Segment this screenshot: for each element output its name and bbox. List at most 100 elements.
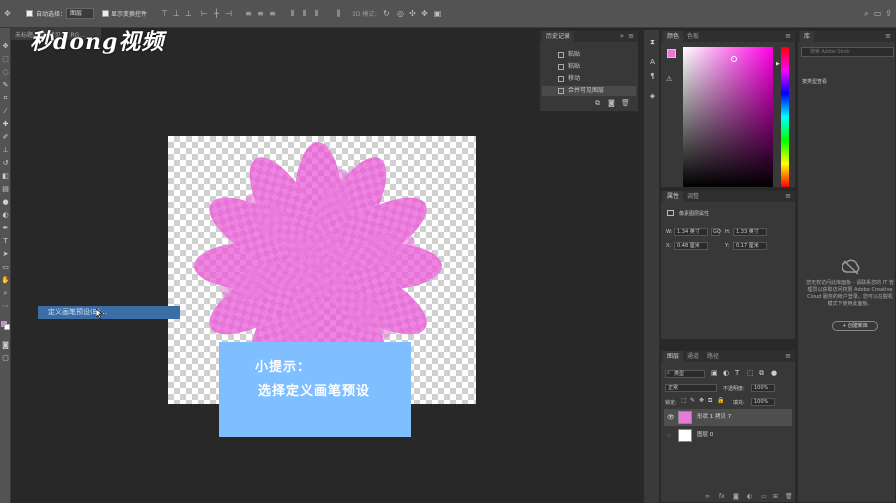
hue-slider[interactable] bbox=[781, 47, 789, 187]
marquee-tool-icon[interactable]: ⬚ bbox=[1, 55, 10, 64]
shape-tool-icon[interactable]: ▭ bbox=[1, 263, 10, 272]
y-field[interactable]: 0.17 厘米 bbox=[733, 242, 767, 250]
tab-paths[interactable]: 路径 bbox=[703, 351, 723, 362]
new-document-from-state-icon[interactable]: ⧉ bbox=[595, 99, 600, 108]
distribute-right-icon[interactable]: ⦀ bbox=[312, 9, 321, 18]
create-library-button[interactable]: + 创建新库 bbox=[832, 321, 878, 331]
3d-panel-icon[interactable]: ◈ bbox=[648, 92, 657, 101]
panel-menu-icon[interactable]: ≡ bbox=[785, 352, 791, 360]
paragraph-panel-icon[interactable]: ¶ bbox=[648, 72, 657, 81]
lock-pixels-icon[interactable]: ✎ bbox=[690, 397, 695, 404]
search-icon[interactable]: ⌕ bbox=[862, 9, 871, 18]
panel-menu-icon[interactable]: ≡ bbox=[785, 192, 791, 200]
screen-mode-icon[interactable]: ▢ bbox=[1, 354, 10, 363]
distribute-vcenter-icon[interactable]: ≡ bbox=[256, 9, 265, 18]
distribute-hcenter-icon[interactable]: ⦀ bbox=[300, 9, 309, 18]
filter-pixel-icon[interactable]: ▣ bbox=[711, 369, 718, 377]
more-tools-icon[interactable]: ⋯ bbox=[1, 302, 10, 311]
share-icon[interactable]: ⇪ bbox=[884, 9, 893, 18]
history-item-active[interactable]: 合并可见图层 bbox=[542, 86, 636, 96]
gradient-tool-icon[interactable]: ▤ bbox=[1, 185, 10, 194]
link-dimensions-button[interactable]: GO bbox=[711, 228, 721, 236]
3d-rotate-icon[interactable]: ↻ bbox=[382, 9, 391, 18]
link-layers-icon[interactable]: ∞ bbox=[705, 493, 710, 500]
blend-mode-dropdown[interactable]: 正常 bbox=[665, 384, 717, 392]
history-item[interactable]: 移动 bbox=[542, 74, 636, 84]
filter-toggle-icon[interactable]: ● bbox=[771, 369, 777, 377]
collapse-icon[interactable]: » bbox=[620, 32, 624, 40]
align-right-icon[interactable]: ⊣ bbox=[224, 9, 233, 18]
layer-filter-dropdown[interactable]: 类型 bbox=[665, 370, 705, 378]
adjustment-layer-icon[interactable]: ◐ bbox=[747, 493, 752, 500]
show-transform-checkbox[interactable] bbox=[102, 10, 109, 17]
path-select-tool-icon[interactable]: ➤ bbox=[1, 250, 10, 259]
lock-transparency-icon[interactable]: ⬚ bbox=[681, 397, 687, 404]
crop-tool-icon[interactable]: ⌗ bbox=[1, 94, 10, 103]
align-vcenter-icon[interactable]: ⊥ bbox=[172, 9, 181, 18]
3d-pan-icon[interactable]: ✣ bbox=[408, 9, 417, 18]
tab-history[interactable]: 历史记录 bbox=[542, 31, 575, 42]
lock-position-icon[interactable]: ✥ bbox=[699, 397, 704, 404]
panel-menu-icon[interactable]: ≡ bbox=[628, 32, 634, 40]
eyedropper-tool-icon[interactable]: ⁄ bbox=[1, 107, 10, 116]
history-item[interactable]: 粘贴 bbox=[542, 62, 636, 72]
delete-layer-icon[interactable]: 🗑 bbox=[785, 493, 793, 500]
foreground-color-swatch[interactable] bbox=[667, 49, 676, 58]
quick-select-tool-icon[interactable]: ✎ bbox=[1, 81, 10, 90]
lock-all-icon[interactable]: 🔒 bbox=[717, 397, 724, 404]
x-field[interactable]: 0.48 厘米 bbox=[674, 242, 708, 250]
height-field[interactable]: 1.33 英寸 bbox=[733, 228, 767, 236]
tab-properties[interactable]: 属性 bbox=[663, 191, 684, 202]
zoom-tool-icon[interactable]: ⌕ bbox=[1, 289, 10, 298]
distribute-top-icon[interactable]: ≡ bbox=[244, 9, 253, 18]
healing-tool-icon[interactable]: ✚ bbox=[1, 120, 10, 129]
auto-align-icon[interactable]: ⫼ bbox=[334, 9, 343, 18]
filter-adjustment-icon[interactable]: ◐ bbox=[723, 369, 729, 377]
workspace-icon[interactable]: ▭ bbox=[873, 9, 882, 18]
visibility-eye-icon[interactable]: 👁 bbox=[667, 409, 675, 426]
opacity-field[interactable]: 100% bbox=[751, 384, 775, 392]
quick-mask-icon[interactable]: ◙ bbox=[1, 341, 10, 350]
character-panel-icon[interactable]: A bbox=[648, 58, 657, 67]
view-by-dropdown[interactable]: 按类型查看 bbox=[802, 78, 827, 85]
hue-slider-handle[interactable]: ▶ bbox=[776, 61, 780, 67]
lock-artboard-icon[interactable]: ⧉ bbox=[708, 397, 712, 405]
history-panel-icon[interactable]: ⧗ bbox=[648, 38, 657, 47]
align-bottom-icon[interactable]: ⊥ bbox=[184, 9, 193, 18]
background-color-swatch[interactable] bbox=[4, 324, 10, 330]
tab-channels[interactable]: 通道 bbox=[683, 351, 703, 362]
define-brush-preset-menu-item[interactable]: 定义画笔预设(B)... bbox=[38, 306, 180, 319]
tab-adjustments[interactable]: 调整 bbox=[683, 191, 703, 202]
eraser-tool-icon[interactable]: ◧ bbox=[1, 172, 10, 181]
filter-shape-icon[interactable]: ⬚ bbox=[747, 369, 754, 377]
3d-slide-icon[interactable]: ✥ bbox=[420, 9, 429, 18]
filter-type-icon[interactable]: T bbox=[735, 369, 739, 377]
tab-color[interactable]: 颜色 bbox=[663, 31, 684, 42]
filter-smart-object-icon[interactable]: ⧉ bbox=[759, 369, 764, 378]
3d-roll-icon[interactable]: ◎ bbox=[396, 9, 405, 18]
auto-select-checkbox[interactable] bbox=[26, 10, 33, 17]
stock-search-input[interactable] bbox=[801, 47, 894, 57]
stamp-tool-icon[interactable]: ⊥ bbox=[1, 146, 10, 155]
snapshot-icon[interactable]: ◙ bbox=[608, 99, 615, 107]
delete-icon[interactable]: 🗑 bbox=[621, 99, 630, 107]
width-field[interactable]: 1.34 英寸 bbox=[674, 228, 708, 236]
distribute-left-icon[interactable]: ⦀ bbox=[288, 9, 297, 18]
dodge-tool-icon[interactable]: ◐ bbox=[1, 211, 10, 220]
brush-tool-icon[interactable]: ✐ bbox=[1, 133, 10, 142]
align-hcenter-icon[interactable]: ┼ bbox=[212, 9, 221, 18]
layer-row-active[interactable]: 👁 形状 1 拷贝 7 bbox=[664, 409, 792, 426]
layer-style-icon[interactable]: fx bbox=[719, 493, 725, 500]
color-picker-handle[interactable] bbox=[731, 56, 737, 62]
visibility-eye-icon[interactable]: ▫ bbox=[667, 427, 671, 444]
layer-row[interactable]: ▫ 图层 0 bbox=[664, 427, 792, 444]
lasso-tool-icon[interactable]: ◌ bbox=[1, 68, 10, 77]
history-brush-tool-icon[interactable]: ↺ bbox=[1, 159, 10, 168]
panel-menu-icon[interactable]: ≡ bbox=[885, 32, 891, 40]
panel-menu-icon[interactable]: ≡ bbox=[785, 32, 791, 40]
color-field[interactable] bbox=[683, 47, 773, 187]
add-mask-icon[interactable]: ◙ bbox=[733, 493, 739, 500]
move-tool-icon[interactable]: ✥ bbox=[1, 42, 10, 51]
align-left-icon[interactable]: ⊢ bbox=[200, 9, 209, 18]
fill-field[interactable]: 100% bbox=[751, 398, 775, 406]
